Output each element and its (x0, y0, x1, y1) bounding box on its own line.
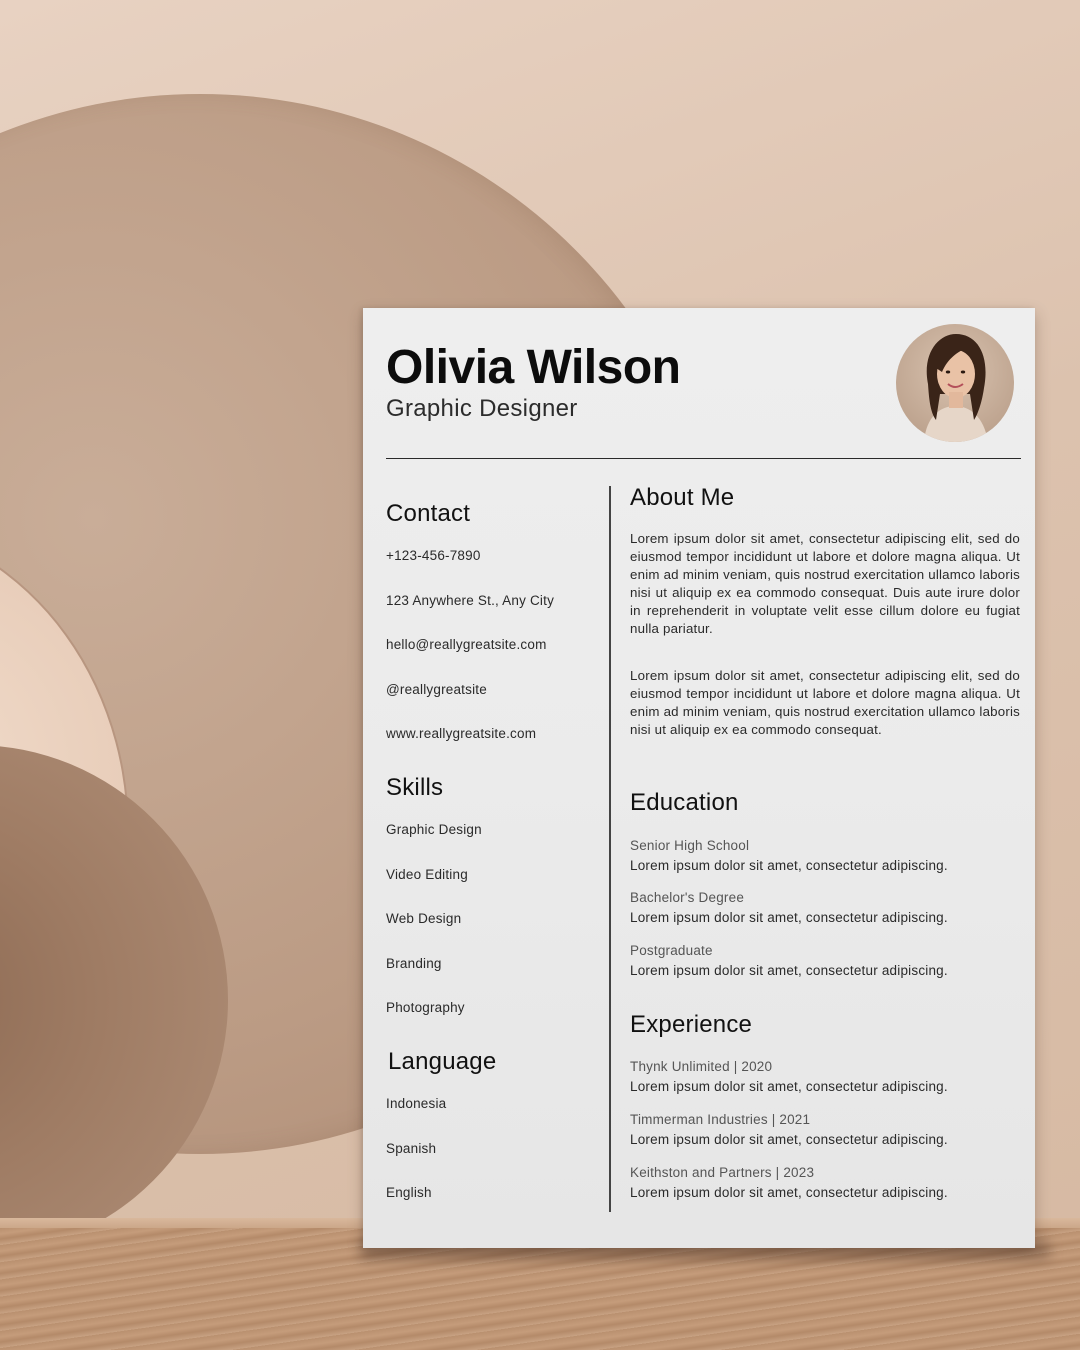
skills-heading: Skills (386, 774, 444, 801)
contact-address: 123 Anywhere St., Any City (386, 592, 555, 608)
skill-item: Video Editing (386, 866, 468, 882)
language-item: Indonesia (386, 1096, 447, 1111)
experience-entry: Keithston and Partners | 2023 Lorem ipsu… (630, 1163, 1020, 1203)
skill-item: Branding (386, 955, 442, 971)
education-title: Bachelor's Degree (630, 890, 745, 905)
skill-item: Photography (386, 1000, 465, 1016)
language-list: Indonesia Spanish English (386, 1096, 446, 1230)
experience-entry: Thynk Unlimited | 2020 Lorem ipsum dolor… (630, 1057, 1020, 1097)
experience-title: Timmerman Industries | 2021 (630, 1112, 811, 1127)
experience-title: Keithston and Partners | 2023 (630, 1165, 815, 1180)
contact-social: @reallygreatsite (386, 681, 487, 697)
profile-photo (896, 324, 1014, 442)
education-heading: Education (630, 789, 739, 816)
education-title: Postgraduate (630, 943, 713, 958)
education-description: Lorem ipsum dolor sit amet, consectetur … (630, 910, 948, 925)
education-entry: Postgraduate Lorem ipsum dolor sit amet,… (630, 941, 1020, 981)
skills-list: Graphic Design Video Editing Web Design … (386, 822, 482, 1045)
resume-page: Olivia Wilson Graphic Designer Contact +… (363, 308, 1035, 1248)
about-paragraph: Lorem ipsum dolor sit amet, consectetur … (630, 531, 1020, 636)
skill-item: Web Design (386, 911, 462, 927)
education-description: Lorem ipsum dolor sit amet, consectetur … (630, 963, 948, 978)
experience-title: Thynk Unlimited | 2020 (630, 1059, 773, 1074)
education-entry: Senior High School Lorem ipsum dolor sit… (630, 836, 1020, 876)
resume-job-title: Graphic Designer (386, 395, 578, 422)
experience-heading: Experience (630, 1011, 753, 1038)
contact-website: www.reallygreatsite.com (386, 726, 537, 742)
experience-description: Lorem ipsum dolor sit amet, consectetur … (630, 1185, 948, 1200)
experience-description: Lorem ipsum dolor sit amet, consectetur … (630, 1132, 948, 1147)
column-divider (609, 486, 611, 1212)
about-heading: About Me (630, 484, 735, 511)
contact-phone: +123-456-7890 (386, 548, 481, 563)
experience-entry: Timmerman Industries | 2021 Lorem ipsum … (630, 1110, 1020, 1150)
contact-heading: Contact (386, 500, 471, 527)
education-title: Senior High School (630, 838, 750, 853)
resume-name: Olivia Wilson (386, 341, 681, 394)
language-heading: Language (388, 1048, 497, 1075)
contact-list: +123-456-7890 123 Anywhere St., Any City… (386, 548, 554, 771)
experience-description: Lorem ipsum dolor sit amet, consectetur … (630, 1079, 948, 1094)
education-description: Lorem ipsum dolor sit amet, consectetur … (630, 858, 948, 873)
language-item: Spanish (386, 1140, 437, 1156)
language-item: English (386, 1185, 432, 1201)
about-paragraph: Lorem ipsum dolor sit amet, consectetur … (630, 668, 1020, 737)
contact-email: hello@reallygreatsite.com (386, 637, 547, 653)
education-entry: Bachelor's Degree Lorem ipsum dolor sit … (630, 888, 1020, 928)
skill-item: Graphic Design (386, 822, 482, 837)
header-divider (386, 458, 1021, 459)
